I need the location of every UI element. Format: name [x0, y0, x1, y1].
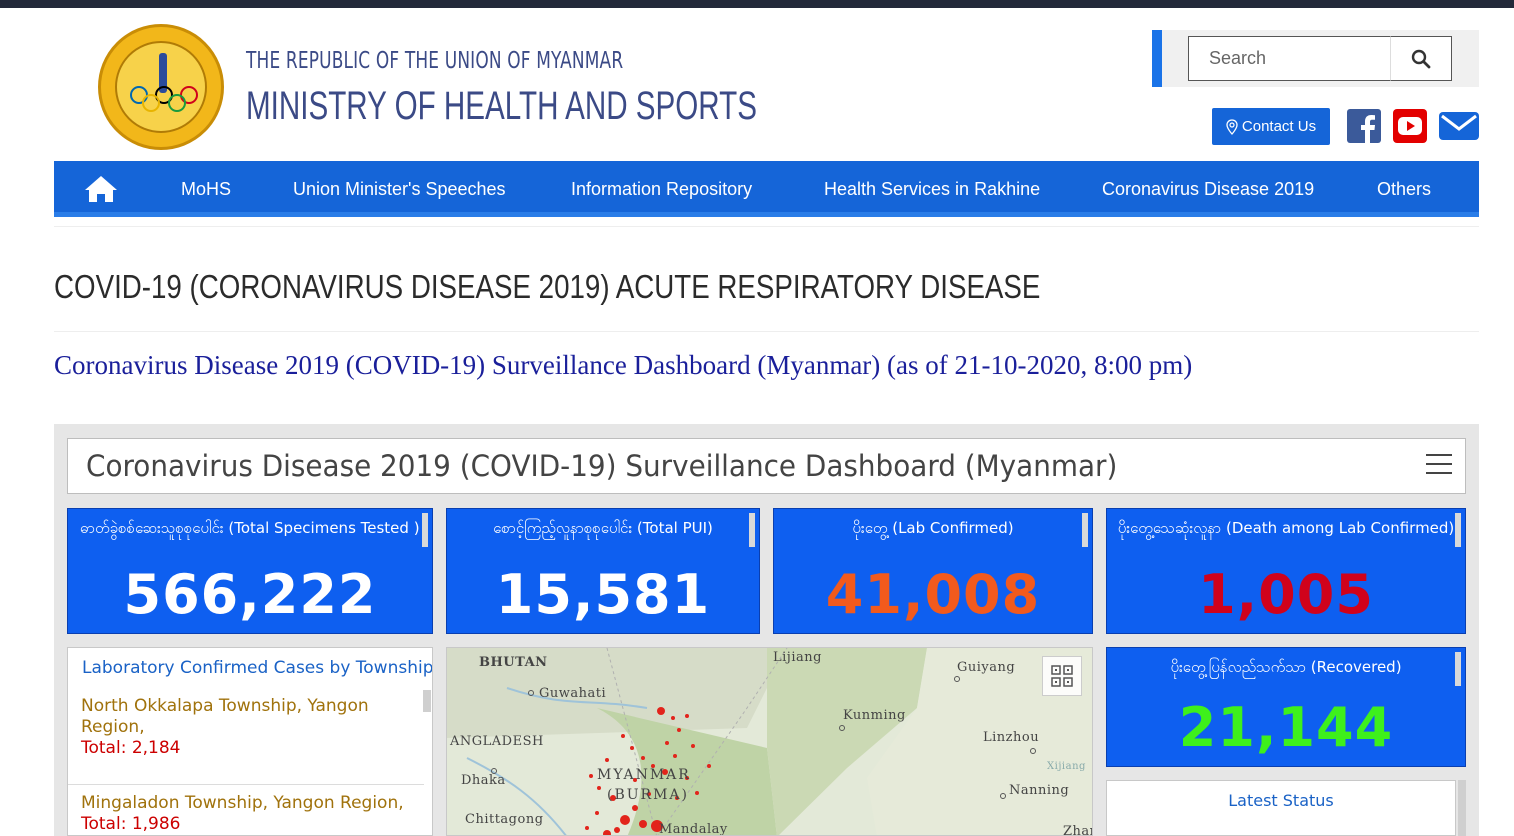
- youtube-link[interactable]: [1392, 108, 1428, 144]
- map-label: Zhan: [1063, 824, 1092, 836]
- qr-code-button[interactable]: [1042, 656, 1082, 696]
- logo-emblem: [115, 41, 207, 133]
- page-title: COVID-19 (CORONAVIRUS DISEASE 2019) ACUT…: [54, 268, 1041, 305]
- township-name: Mingaladon Township, Yangon Region,: [81, 793, 404, 813]
- ministry-heading[interactable]: MINISTRY OF HEALTH AND SPORTS: [246, 84, 757, 129]
- nav-item-others[interactable]: Others: [1377, 161, 1431, 217]
- nav-item-speeches[interactable]: Union Minister's Speeches: [293, 161, 506, 217]
- list-scrollbar[interactable]: [423, 690, 431, 712]
- map-pin-icon: [1226, 118, 1238, 135]
- map-label: Lijiang: [773, 650, 822, 665]
- card-scrollbar[interactable]: [1455, 652, 1461, 686]
- latest-status-title: Latest Status: [1228, 791, 1334, 810]
- dashboard-link-heading[interactable]: Coronavirus Disease 2019 (COVID-19) Surv…: [54, 350, 1192, 381]
- list-item[interactable]: North Okkalapa Township, Yangon Region, …: [68, 692, 424, 784]
- card-value: 566,222: [123, 563, 377, 626]
- card-value: 15,581: [495, 563, 711, 626]
- search-accent-bar: [1152, 30, 1162, 87]
- list-item[interactable]: Mingaladon Township, Yangon Region, Tota…: [68, 784, 424, 835]
- card-total-pui: စောင့်ကြည့်လူနာစုစုပေါင်း (Total PUI) 15…: [446, 508, 760, 634]
- ministry-logo[interactable]: [98, 24, 224, 150]
- map-label: BHUTAN: [479, 655, 548, 670]
- card-label: ပိုးတွေ့ (Lab Confirmed): [852, 519, 1014, 537]
- card-label: ပိုးတွေ့ပြန်လည်သက်သာ (Recovered): [1170, 658, 1402, 676]
- republic-heading: THE REPUBLIC OF THE UNION OF MYANMAR: [246, 48, 624, 74]
- youtube-icon: [1393, 109, 1427, 143]
- email-link[interactable]: [1438, 108, 1480, 144]
- township-name: North Okkalapa Township, Yangon Region,: [81, 696, 369, 737]
- nav-item-information-repository[interactable]: Information Repository: [571, 161, 752, 217]
- facebook-link[interactable]: [1346, 108, 1382, 144]
- qr-code-icon: [1051, 665, 1073, 687]
- status-scrollbar[interactable]: [1458, 780, 1466, 836]
- search-icon: [1411, 49, 1431, 68]
- dashboard-title: Coronavirus Disease 2019 (COVID-19) Surv…: [86, 449, 1118, 483]
- township-total: Total: 1,986: [81, 814, 181, 834]
- card-label: စောင့်ကြည့်လူနာစုစုပေါင်း (Total PUI): [493, 519, 713, 537]
- map-label: Kunming: [843, 708, 906, 723]
- nav-home[interactable]: [84, 161, 118, 217]
- map-label: Chittagong: [465, 812, 544, 827]
- map-label: Mandalay: [659, 822, 728, 836]
- card-scrollbar[interactable]: [749, 513, 755, 547]
- search-input[interactable]: [1188, 36, 1390, 81]
- map-label: Xijiang: [1047, 761, 1086, 772]
- card-scrollbar[interactable]: [422, 513, 428, 547]
- card-total-specimens: ဓာတ်ခွဲစစ်ဆေးသူစုစုပေါင်း (Total Specime…: [67, 508, 433, 634]
- search-button[interactable]: [1390, 36, 1452, 81]
- card-value: 21,144: [1178, 696, 1394, 759]
- nav-item-mohs[interactable]: MoHS: [181, 161, 231, 217]
- contact-us-button[interactable]: Contact Us: [1212, 108, 1330, 145]
- township-list-title: Laboratory Confirmed Cases by Township: [82, 658, 433, 678]
- divider: [54, 331, 1479, 332]
- card-scrollbar[interactable]: [1455, 513, 1461, 547]
- township-total: Total: 2,184: [81, 738, 181, 758]
- card-value: 1,005: [1198, 563, 1374, 626]
- map-label: Linzhou: [983, 730, 1040, 745]
- card-label: ဓာတ်ခွဲစစ်ဆေးသူစုစုပေါင်း (Total Specime…: [80, 519, 420, 537]
- card-deaths: ပိုးတွေ့သေဆုံးလူနာ (Death among Lab Conf…: [1106, 508, 1466, 634]
- card-scrollbar[interactable]: [1082, 513, 1088, 547]
- top-bar: [0, 0, 1514, 8]
- map-label: ANGLADESH: [450, 734, 544, 749]
- card-value: 41,008: [825, 563, 1041, 626]
- contact-us-label: Contact Us: [1241, 118, 1317, 135]
- map-label: MYANMAR: [597, 767, 691, 783]
- map-label: Dhaka: [461, 773, 506, 788]
- card-lab-confirmed: ပိုးတွေ့ (Lab Confirmed) 41,008: [773, 508, 1093, 634]
- map-label: Guiyang: [957, 660, 1016, 675]
- olympic-rings-icon: [130, 86, 198, 112]
- map-label: Nanning: [1009, 783, 1070, 798]
- township-list-panel: Laboratory Confirmed Cases by Township N…: [67, 647, 433, 836]
- cases-map[interactable]: BHUTAN Guwahati ANGLADESH Dhaka Chittago…: [446, 647, 1093, 836]
- home-icon: [85, 176, 117, 202]
- latest-status-panel: Latest Status: [1106, 780, 1456, 836]
- nav-item-rakhine[interactable]: Health Services in Rakhine: [824, 161, 1040, 217]
- envelope-icon: [1439, 112, 1479, 140]
- divider: [54, 226, 1479, 227]
- nav-item-coronavirus[interactable]: Coronavirus Disease 2019: [1102, 161, 1314, 217]
- map-label: (BURMA): [607, 787, 689, 803]
- menu-icon[interactable]: [1426, 454, 1452, 478]
- facebook-icon: [1347, 109, 1381, 144]
- card-recovered: ပိုးတွေ့ပြန်လည်သက်သာ (Recovered) 21,144: [1106, 647, 1466, 767]
- card-label: ပိုးတွေ့သေဆုံးလူနာ (Death among Lab Conf…: [1117, 519, 1455, 537]
- map-label: Guwahati: [539, 686, 607, 701]
